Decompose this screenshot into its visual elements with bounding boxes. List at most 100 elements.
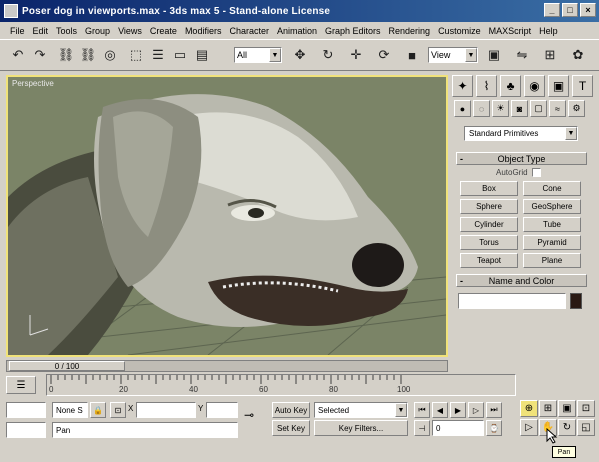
sphere-button[interactable]: Sphere — [460, 199, 518, 214]
key-filters-button[interactable]: Key Filters... — [314, 420, 408, 436]
cameras-icon[interactable]: ◙ — [511, 100, 528, 117]
auto-key-button[interactable]: Auto Key — [272, 402, 310, 418]
lights-icon[interactable]: ☀ — [492, 100, 509, 117]
lock-selection-icon[interactable]: 🔒 — [90, 402, 106, 418]
selection-region-icon[interactable]: ▭ — [170, 45, 190, 65]
maximize-button[interactable]: □ — [562, 3, 578, 17]
select-and-move-icon[interactable]: ✥ — [290, 45, 310, 65]
play-icon[interactable]: ▶ — [450, 402, 466, 418]
field-of-view-icon[interactable]: ▷ — [520, 419, 538, 436]
perspective-viewport[interactable]: Perspective — [6, 75, 448, 357]
object-color-swatch[interactable] — [570, 293, 582, 309]
zoom-extents-icon[interactable]: ▣ — [558, 400, 576, 417]
y-coord-field[interactable] — [206, 402, 238, 418]
viewport-label[interactable]: Perspective — [12, 79, 54, 88]
menu-animation[interactable]: Animation — [273, 26, 321, 36]
menu-create[interactable]: Create — [146, 26, 181, 36]
chevron-down-icon: ▼ — [269, 48, 281, 62]
space-warps-icon[interactable]: ≈ — [549, 100, 566, 117]
object-type-rollout-header[interactable]: - Object Type — [456, 152, 587, 165]
select-and-rotate-icon[interactable]: ↻ — [318, 45, 338, 65]
menu-modifiers[interactable]: Modifiers — [181, 26, 226, 36]
set-key-button[interactable]: Set Key — [272, 420, 310, 436]
time-slider[interactable]: 0 / 100 — [6, 360, 448, 372]
current-frame-field[interactable]: 0 — [432, 420, 484, 436]
zoom-extents-all-icon[interactable]: ⊡ — [577, 400, 595, 417]
menu-edit[interactable]: Edit — [29, 26, 53, 36]
teapot-button[interactable]: Teapot — [460, 253, 518, 268]
geometry-icon[interactable]: ● — [454, 100, 471, 117]
close-button[interactable]: × — [580, 3, 596, 17]
hierarchy-tab-icon[interactable]: ♣ — [500, 75, 521, 97]
reference-coord-dropdown[interactable]: View ▼ — [428, 47, 478, 63]
zoom-all-icon[interactable]: ⊞ — [539, 400, 557, 417]
maxscript-output-field[interactable] — [6, 422, 46, 438]
pan-tooltip: Pan — [552, 446, 576, 458]
maxscript-listener-field[interactable] — [6, 402, 46, 418]
menu-customize[interactable]: Customize — [434, 26, 485, 36]
selection-filter-dropdown[interactable]: All ▼ — [234, 47, 282, 63]
cone-button[interactable]: Cone — [523, 181, 581, 196]
systems-icon[interactable]: ⚙ — [568, 100, 585, 117]
select-and-scale-icon[interactable]: ✛ — [346, 45, 366, 65]
arc-rotate-icon[interactable]: ↻ — [558, 419, 576, 436]
select-object-icon[interactable]: ⬚ — [126, 45, 146, 65]
menu-tools[interactable]: Tools — [52, 26, 81, 36]
key-filter-selection-dropdown[interactable]: Selected ▼ — [314, 402, 408, 418]
next-frame-icon[interactable]: ▷ — [468, 402, 484, 418]
render-icon[interactable]: ✿ — [568, 45, 588, 65]
key-mode-toggle-icon[interactable]: ⊣ — [414, 420, 430, 436]
select-by-name-icon[interactable]: ☰ — [148, 45, 168, 65]
select-and-link-icon[interactable]: ⛓ — [56, 45, 76, 65]
menu-rendering[interactable]: Rendering — [385, 26, 435, 36]
geosphere-button[interactable]: GeoSphere — [523, 199, 581, 214]
menu-group[interactable]: Group — [81, 26, 114, 36]
bind-space-warp-icon[interactable]: ◎ — [100, 45, 120, 65]
menu-file[interactable]: File — [6, 26, 29, 36]
key-icon[interactable]: ⊸ — [244, 408, 254, 422]
create-tab-icon[interactable]: ✦ — [452, 75, 473, 97]
zoom-icon[interactable]: ⊕ — [520, 400, 538, 417]
menu-help[interactable]: Help — [535, 26, 562, 36]
absolute-mode-icon[interactable]: ⊡ — [110, 402, 126, 418]
window-crossing-icon[interactable]: ▤ — [192, 45, 212, 65]
x-coord-field[interactable] — [136, 402, 196, 418]
undo-icon[interactable]: ↶ — [8, 45, 28, 65]
menu-maxscript[interactable]: MAXScript — [485, 26, 536, 36]
time-configuration-icon[interactable]: ⌚ — [486, 420, 502, 436]
unlink-icon[interactable]: ⛓ — [78, 45, 98, 65]
tube-button[interactable]: Tube — [523, 217, 581, 232]
rotate-view-icon[interactable]: ⟳ — [374, 45, 394, 65]
utilities-tab-icon[interactable]: T — [572, 75, 593, 97]
mirror-icon[interactable]: ⇋ — [512, 45, 532, 65]
go-to-end-icon[interactable]: ⏭ — [486, 402, 502, 418]
object-name-input[interactable] — [458, 293, 566, 309]
go-to-start-icon[interactable]: ⏮ — [414, 402, 430, 418]
chevron-down-icon: ▼ — [565, 127, 577, 140]
pyramid-button[interactable]: Pyramid — [523, 235, 581, 250]
align-icon[interactable]: ⊞ — [540, 45, 560, 65]
track-bar[interactable]: 0 20 40 60 80 100 — [6, 374, 522, 396]
minimize-button[interactable]: _ — [544, 3, 560, 17]
motion-tab-icon[interactable]: ◉ — [524, 75, 545, 97]
redo-icon[interactable]: ↷ — [30, 45, 50, 65]
name-and-color-rollout-header[interactable]: - Name and Color — [456, 274, 587, 287]
autogrid-checkbox[interactable] — [531, 168, 541, 177]
plane-button[interactable]: Plane — [523, 253, 581, 268]
modify-tab-icon[interactable]: ⌇ — [476, 75, 497, 97]
time-slider-thumb[interactable]: 0 / 100 — [9, 361, 125, 371]
menu-views[interactable]: Views — [114, 26, 146, 36]
torus-button[interactable]: Torus — [460, 235, 518, 250]
box-button[interactable]: Box — [460, 181, 518, 196]
pivot-center-icon[interactable]: ▣ — [484, 45, 504, 65]
display-tab-icon[interactable]: ▣ — [548, 75, 569, 97]
maximize-viewport-icon[interactable]: ◱ — [577, 419, 595, 436]
shapes-icon[interactable]: ◌ — [473, 100, 490, 117]
helpers-icon[interactable]: ▢ — [530, 100, 547, 117]
material-box-icon[interactable]: ■ — [402, 45, 422, 65]
cylinder-button[interactable]: Cylinder — [460, 217, 518, 232]
menu-character[interactable]: Character — [225, 26, 273, 36]
category-dropdown[interactable]: Standard Primitives ▼ — [464, 126, 578, 141]
previous-frame-icon[interactable]: ◀ — [432, 402, 448, 418]
menu-graph-editors[interactable]: Graph Editors — [321, 26, 385, 36]
